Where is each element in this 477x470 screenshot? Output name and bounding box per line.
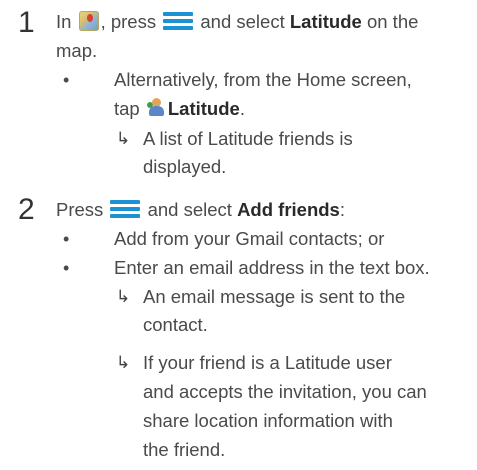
bullet-marker: • [63,258,70,278]
step-1-line-2: map. [56,40,98,61]
step-1-bullet-latitude-label: Latitude [167,98,240,119]
step-number-1: 1 [18,6,35,39]
step-2-result-2-line-1: If your friend is a Latitude user [143,352,392,373]
latitude-app-icon [146,98,165,118]
menu-icon [110,200,141,218]
bullet-marker: • [63,70,70,90]
result-arrow-icon: ↳ [116,353,131,372]
step-1-bullet-line-1: Alternatively, from the Home screen, [114,69,412,90]
step-2-text-select: and select [142,199,238,220]
step-2-bullet-2: Enter an email address in the text box. [114,257,430,278]
step-2-colon: : [339,199,345,220]
step-1-text-in: In [56,11,77,32]
result-arrow-icon: ↳ [116,129,131,148]
step-2-result-1-line-1: An email message is sent to the [143,286,406,307]
step-1-line-1: In , press and select Latitude on the [56,10,418,34]
maps-app-icon [78,11,99,31]
step-1-bullet-line-2: tap Latitude. [114,97,245,121]
step-1-bullet-period: . [239,98,245,119]
step-2-text-press: Press [56,199,109,220]
step-2-result-2-line-2: and accepts the invitation, you can [143,381,427,402]
step-2-result-2-line-4: the friend. [143,439,226,460]
step-2-add-friends-label: Add friends [237,199,340,220]
step-2-result-1-line-2: contact. [143,314,208,335]
step-1-latitude-label: Latitude [289,11,362,32]
step-1-bullet-tap: tap [114,98,145,119]
step-1-result-line-2: displayed. [143,156,227,177]
menu-icon [163,12,194,30]
step-2-bullet-1: Add from your Gmail contacts; or [114,228,385,249]
step-1-text-select: and select [195,11,290,32]
step-1-text-press: , press [100,11,162,32]
step-number-2: 2 [18,193,35,226]
step-2-result-2-line-3: share location information with [143,410,393,431]
step-1-result-line-1: A list of Latitude friends is [143,128,353,149]
step-2-line-1: Press and select Add friends: [56,198,345,222]
step-1-text-on-the: on the [361,11,419,32]
bullet-marker: • [63,229,70,249]
result-arrow-icon: ↳ [116,287,131,306]
